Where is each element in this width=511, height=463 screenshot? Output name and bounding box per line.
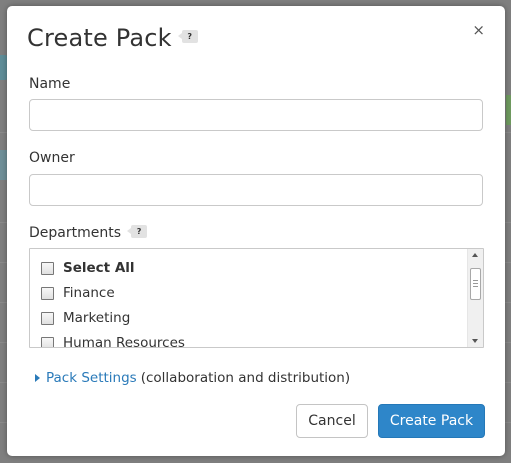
caret-right-icon[interactable]: [35, 374, 40, 382]
departments-label-row: Departments?: [29, 224, 148, 241]
department-option-marketing[interactable]: Marketing: [41, 308, 130, 328]
checkbox[interactable]: [41, 336, 54, 347]
checkbox[interactable]: [41, 261, 54, 275]
department-option-label: Marketing: [63, 310, 131, 326]
scroll-down-arrow-icon[interactable]: [472, 339, 478, 343]
checkbox[interactable]: [41, 286, 54, 300]
owner-field[interactable]: [29, 174, 483, 206]
owner-label: Owner: [29, 150, 75, 166]
title-help-icon[interactable]: ?: [177, 29, 198, 43]
close-icon[interactable]: ×: [472, 21, 485, 39]
departments-help-icon[interactable]: ?: [127, 224, 148, 238]
dialog-title: Create Pack: [27, 24, 172, 52]
cancel-button[interactable]: Cancel: [296, 404, 368, 438]
name-field[interactable]: [29, 99, 483, 131]
scroll-thumb[interactable]: [470, 268, 481, 300]
department-option-label: Select All: [63, 260, 135, 276]
pack-settings-link[interactable]: Pack Settings: [46, 370, 137, 386]
departments-list[interactable]: Select All Finance Marketing Human Resou…: [29, 248, 484, 348]
checkbox[interactable]: [41, 311, 54, 325]
dialog-title-row: Create Pack?: [27, 24, 198, 52]
grip-line: [473, 283, 478, 284]
department-option-label: Finance: [63, 285, 115, 301]
grip-line: [473, 286, 478, 287]
department-option-finance[interactable]: Finance: [41, 283, 115, 303]
pack-settings-row: Pack Settings (collaboration and distrib…: [35, 370, 350, 386]
scroll-up-arrow-icon[interactable]: [472, 253, 478, 257]
background-button: [506, 95, 511, 125]
departments-label: Departments: [29, 225, 122, 241]
name-label: Name: [29, 76, 71, 92]
pack-settings-description: (collaboration and distribution): [140, 370, 351, 386]
department-option-label: Human Resources: [63, 335, 185, 348]
list-scrollbar[interactable]: [467, 249, 483, 347]
grip-line: [473, 280, 478, 281]
department-option-human-resources[interactable]: Human Resources: [41, 333, 185, 348]
department-option-select-all[interactable]: Select All: [41, 258, 135, 278]
create-pack-dialog: Create Pack? × Name Owner Departments? S…: [7, 6, 505, 456]
create-pack-button[interactable]: Create Pack: [378, 404, 485, 438]
